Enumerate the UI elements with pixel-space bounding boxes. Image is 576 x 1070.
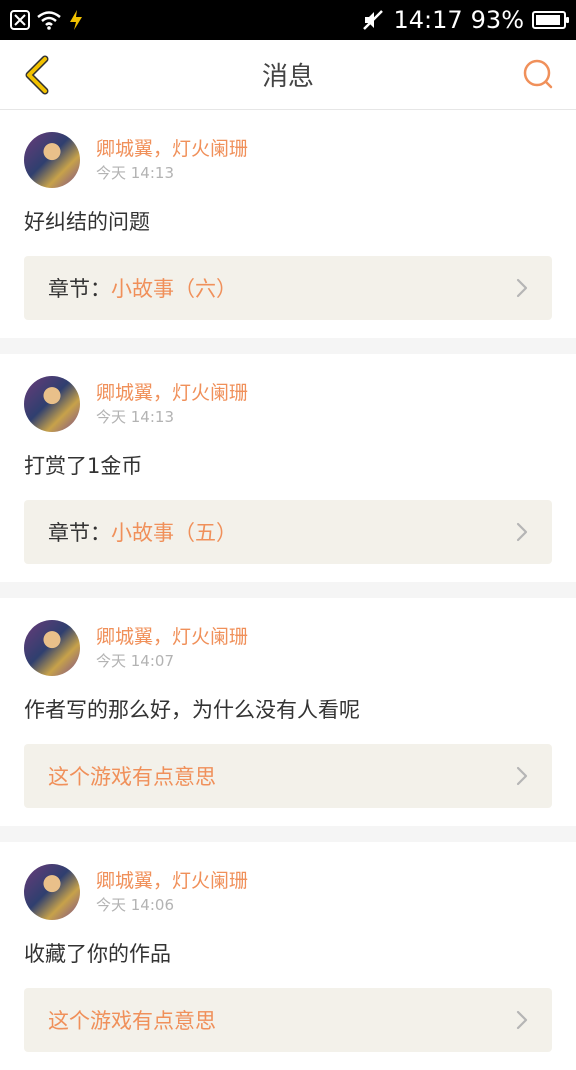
reference-link[interactable]: 这个游戏有点意思 <box>24 744 552 808</box>
message-text: 打赏了1金币 <box>24 454 143 478</box>
status-bar: 14:17 93% <box>0 0 576 40</box>
avatar[interactable] <box>24 620 80 676</box>
chevron-right-icon <box>516 1010 528 1030</box>
message-text: 好纠结的问题 <box>24 210 150 234</box>
sender-name[interactable]: 卿城翼，灯火阑珊 <box>96 624 248 650</box>
message-meta: 卿城翼，灯火阑珊 今天 14:13 <box>96 136 248 184</box>
reference-prefix: 章节： <box>48 521 111 545</box>
message-header: 卿城翼，灯火阑珊 今天 14:07 <box>24 620 552 676</box>
silent-icon <box>361 8 385 32</box>
message-card: 卿城翼，灯火阑珊 今天 14:06 收藏了你的作品 这个游戏有点意思 <box>0 842 576 1070</box>
message-time: 今天 14:13 <box>96 408 174 426</box>
sender-name[interactable]: 卿城翼，灯火阑珊 <box>96 380 248 406</box>
page-title: 消息 <box>261 62 314 92</box>
message-time: 今天 14:13 <box>96 164 174 182</box>
status-right: 14:17 93% <box>361 6 569 34</box>
avatar[interactable] <box>24 132 80 188</box>
message-card: 卿城翼，灯火阑珊 今天 14:13 好纠结的问题 章节：小故事（六） <box>0 110 576 338</box>
message-list: 卿城翼，灯火阑珊 今天 14:13 好纠结的问题 章节：小故事（六） 卿城翼，灯… <box>0 110 576 1070</box>
message-meta: 卿城翼，灯火阑珊 今天 14:07 <box>96 624 248 672</box>
reference-link[interactable]: 章节：小故事（六） <box>24 256 552 320</box>
reference-title: 这个游戏有点意思 <box>48 1009 216 1033</box>
status-time: 14:17 <box>393 6 463 34</box>
sender-name[interactable]: 卿城翼，灯火阑珊 <box>96 136 248 162</box>
search-button[interactable] <box>516 53 560 97</box>
message-card: 卿城翼，灯火阑珊 今天 14:07 作者写的那么好，为什么没有人看呢 这个游戏有… <box>0 598 576 826</box>
message-header: 卿城翼，灯火阑珊 今天 14:06 <box>24 864 552 920</box>
reference-text: 这个游戏有点意思 <box>48 761 216 791</box>
nav-bar: 消息 <box>0 40 576 110</box>
message-time: 今天 14:06 <box>96 896 174 914</box>
reference-link[interactable]: 这个游戏有点意思 <box>24 988 552 1052</box>
reference-title: 小故事（五） <box>111 521 237 545</box>
chevron-right-icon <box>516 766 528 786</box>
message-time: 今天 14:07 <box>96 652 174 670</box>
sender-name[interactable]: 卿城翼，灯火阑珊 <box>96 868 248 894</box>
message-text: 收藏了你的作品 <box>24 942 171 966</box>
status-left <box>10 9 84 31</box>
reference-link[interactable]: 章节：小故事（五） <box>24 500 552 564</box>
message-meta: 卿城翼，灯火阑珊 今天 14:13 <box>96 380 248 428</box>
message-header: 卿城翼，灯火阑珊 今天 14:13 <box>24 376 552 432</box>
reference-prefix: 章节： <box>48 277 111 301</box>
avatar[interactable] <box>24 376 80 432</box>
message-meta: 卿城翼，灯火阑珊 今天 14:06 <box>96 868 248 916</box>
chevron-right-icon <box>516 522 528 542</box>
chevron-right-icon <box>516 278 528 298</box>
battery-icon <box>532 11 569 29</box>
reference-title: 小故事（六） <box>111 277 237 301</box>
avatar[interactable] <box>24 864 80 920</box>
wifi-icon <box>36 10 62 30</box>
reference-text: 章节：小故事（五） <box>48 517 237 547</box>
message-text: 作者写的那么好，为什么没有人看呢 <box>24 698 360 722</box>
chevron-left-icon <box>25 55 49 94</box>
message-card: 卿城翼，灯火阑珊 今天 14:13 打赏了1金币 章节：小故事（五） <box>0 354 576 582</box>
reference-text: 章节：小故事（六） <box>48 273 237 303</box>
reference-text: 这个游戏有点意思 <box>48 1005 216 1035</box>
battery-level <box>536 15 561 25</box>
reference-title: 这个游戏有点意思 <box>48 765 216 789</box>
search-icon <box>523 59 553 88</box>
charging-icon <box>68 9 84 31</box>
notification-icon <box>10 10 30 30</box>
battery-percent: 93% <box>470 6 524 34</box>
message-header: 卿城翼，灯火阑珊 今天 14:13 <box>24 132 552 188</box>
back-button[interactable] <box>16 53 60 97</box>
